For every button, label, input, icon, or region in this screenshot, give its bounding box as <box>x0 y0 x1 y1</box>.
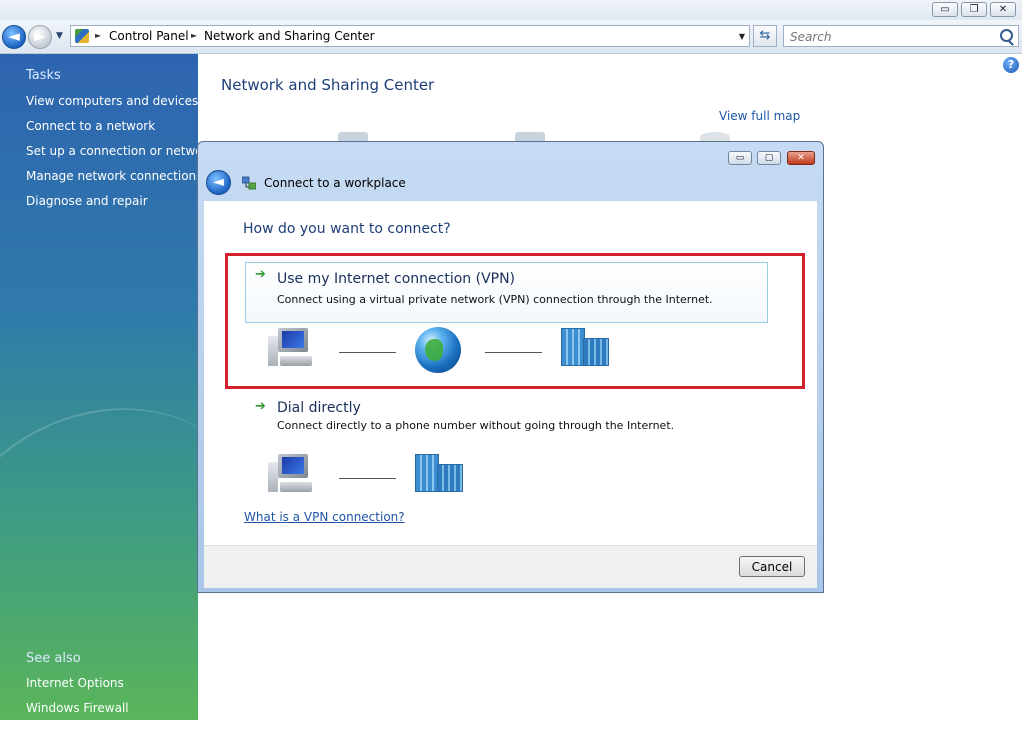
dialog-back-button[interactable]: ◄ <box>206 170 231 195</box>
back-button[interactable]: ◄ <box>2 25 26 49</box>
search-input[interactable] <box>788 28 992 46</box>
navigation-bar: ◄ ► ▼ ► Control Panel ► Network and Shar… <box>0 20 1022 54</box>
sidebar-item-windows-firewall[interactable]: Windows Firewall <box>26 701 129 715</box>
computer-icon <box>268 328 316 370</box>
forward-button[interactable]: ► <box>28 25 52 49</box>
sidebar-tasks-title: Tasks <box>26 68 61 83</box>
green-arrow-icon: ➔ <box>255 267 266 282</box>
address-dropdown-icon[interactable]: ▼ <box>739 32 745 41</box>
sidebar: Tasks View computers and devices Connect… <box>0 54 301 731</box>
help-icon[interactable]: ? <box>1003 57 1019 73</box>
computer-icon <box>268 454 316 496</box>
what-is-vpn-link[interactable]: What is a VPN connection? <box>244 510 405 524</box>
connection-line <box>339 478 396 479</box>
connection-line <box>339 352 396 353</box>
green-arrow-icon: ➔ <box>255 399 266 414</box>
window-restore-button[interactable]: ❐ <box>961 2 987 17</box>
internet-globe-icon <box>415 327 461 373</box>
network-connection-icon <box>242 176 256 190</box>
sidebar-item-manage-connections[interactable]: Manage network connections <box>26 169 202 183</box>
connection-line <box>485 352 542 353</box>
control-panel-icon <box>75 29 89 43</box>
address-bar[interactable]: ► Control Panel ► Network and Sharing Ce… <box>70 25 750 47</box>
sidebar-item-setup-connection[interactable]: Set up a connection or network <box>26 144 214 158</box>
dial-option-description[interactable]: Connect directly to a phone number witho… <box>277 419 674 432</box>
refresh-button[interactable]: ⇆ <box>753 25 777 47</box>
workplace-building-icon <box>415 454 463 492</box>
chevron-right-icon[interactable]: ► <box>191 31 197 40</box>
dialog-footer: Cancel <box>204 545 817 588</box>
vpn-option-title[interactable]: Use my Internet connection (VPN) <box>277 271 515 287</box>
dial-option-title[interactable]: Dial directly <box>277 400 361 416</box>
window-caption: ▭ ❐ ✕ <box>0 0 1022 20</box>
sidebar-item-connect-network[interactable]: Connect to a network <box>26 119 155 133</box>
search-icon[interactable] <box>1000 29 1013 42</box>
search-box[interactable] <box>783 25 1019 47</box>
dialog-minimize-button[interactable]: ▭ <box>728 151 752 165</box>
view-full-map-link[interactable]: View full map <box>719 109 800 123</box>
chevron-right-icon[interactable]: ► <box>95 31 101 40</box>
breadcrumb-control-panel[interactable]: Control Panel <box>109 29 189 43</box>
dialog-body: How do you want to connect? ➔ Use my Int… <box>204 201 817 545</box>
window-minimize-button[interactable]: ▭ <box>932 2 958 17</box>
history-dropdown-icon[interactable]: ▼ <box>56 31 66 41</box>
sidebar-item-view-computers[interactable]: View computers and devices <box>26 94 198 108</box>
sidebar-item-internet-options[interactable]: Internet Options <box>26 676 124 690</box>
connect-workplace-dialog: ▭ ▢ ✕ ◄ Connect to a workplace How do yo… <box>197 141 824 593</box>
dialog-title: Connect to a workplace <box>264 176 406 190</box>
dialog-maximize-button[interactable]: ▢ <box>757 151 781 165</box>
window-close-button[interactable]: ✕ <box>990 2 1016 17</box>
cancel-button[interactable]: Cancel <box>739 556 805 577</box>
workplace-building-icon <box>561 328 609 366</box>
vpn-option-description[interactable]: Connect using a virtual private network … <box>277 293 713 306</box>
breadcrumb-network-sharing-center[interactable]: Network and Sharing Center <box>204 29 375 43</box>
dialog-question: How do you want to connect? <box>243 221 451 237</box>
sidebar-item-diagnose-repair[interactable]: Diagnose and repair <box>26 194 148 208</box>
sidebar-see-also-title: See also <box>26 651 81 666</box>
dialog-close-button[interactable]: ✕ <box>787 151 815 165</box>
page-title: Network and Sharing Center <box>221 76 435 94</box>
